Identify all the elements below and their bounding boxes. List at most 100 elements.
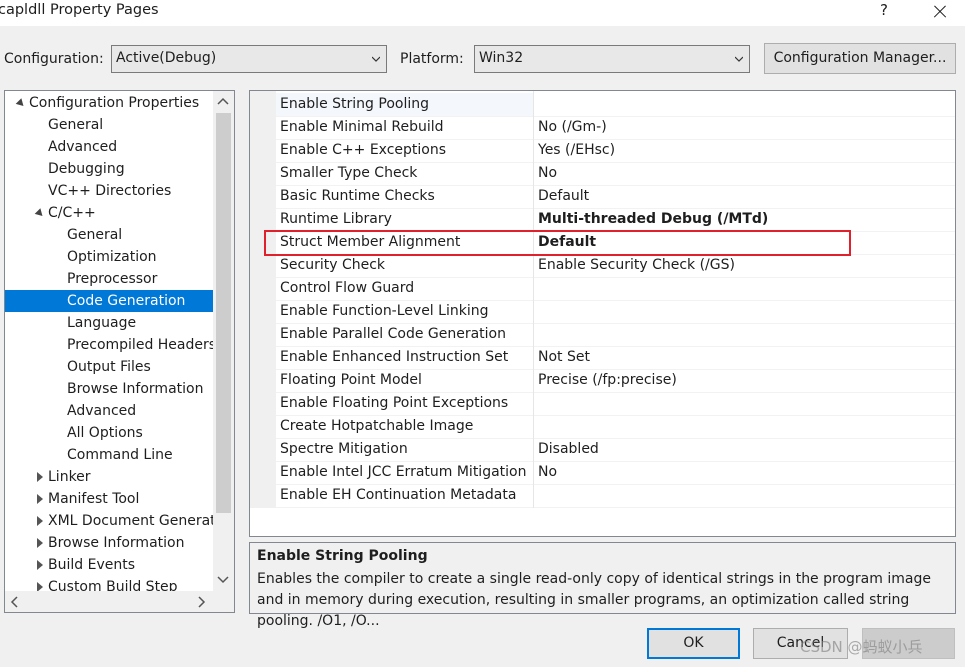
configuration-value: Active(Debug) (116, 50, 217, 66)
tree-item[interactable]: Browse Information (67, 378, 203, 400)
tree-item[interactable]: Language (67, 312, 136, 334)
help-button[interactable]: ? (876, 1, 892, 23)
property-name: Enable EH Continuation Metadata (280, 487, 517, 503)
tree-item[interactable]: General (48, 114, 103, 136)
configuration-label: Configuration: (4, 51, 104, 67)
tree-item[interactable]: Command Line (67, 444, 173, 466)
tree-item[interactable]: Manifest Tool (37, 488, 140, 510)
collapsed-triangle-icon[interactable] (34, 488, 46, 510)
collapsed-triangle-icon[interactable] (34, 466, 46, 488)
property-grid[interactable]: Enable String Pooling Enable Minimal Rebu… (249, 90, 956, 537)
row-separator (276, 507, 955, 508)
tree-item[interactable]: C/C++ (48, 202, 96, 224)
property-name: Basic Runtime Checks (280, 188, 435, 204)
property-value[interactable]: No (/Gm-) (538, 119, 607, 135)
tree-item[interactable]: Linker (37, 466, 91, 488)
tree-item[interactable]: Output Files (67, 356, 151, 378)
property-row[interactable]: Create Hotpatchable Image (276, 415, 955, 438)
property-row[interactable]: Basic Runtime Checks Default (276, 185, 955, 208)
tree-item-label: Language (67, 315, 137, 331)
property-row[interactable]: Enable Floating Point Exceptions (276, 392, 955, 415)
property-row[interactable]: Enable Parallel Code Generation (276, 323, 955, 346)
property-row[interactable]: Floating Point Model Precise (/fp:precise… (276, 369, 955, 392)
tree-item[interactable]: Advanced (48, 136, 117, 158)
title-bar: capldll Property Pages ? (0, 0, 965, 26)
collapsed-triangle-icon[interactable] (34, 554, 46, 576)
property-name: Floating Point Model (280, 372, 422, 388)
ok-label: OK (683, 635, 704, 651)
tree-item[interactable]: General (67, 224, 122, 246)
tree-item-label: Linker (48, 469, 91, 485)
tree-item-label: Precompiled Headers (67, 337, 217, 353)
ok-button[interactable]: OK (647, 628, 740, 659)
tree-item-label: Debugging (48, 161, 125, 177)
tree-item-label: Manifest Tool (48, 491, 140, 507)
scroll-right-icon[interactable] (195, 596, 207, 608)
tree-item[interactable]: Build Events (37, 554, 135, 576)
close-icon[interactable] (930, 2, 950, 22)
tree-item[interactable]: Browse Information (37, 532, 184, 554)
property-name: Enable Enhanced Instruction Set (280, 349, 509, 365)
property-row[interactable]: Enable String Pooling (276, 93, 955, 116)
property-row[interactable]: Enable Enhanced Instruction Set Not Set (276, 346, 955, 369)
property-name: Enable String Pooling (280, 96, 429, 112)
property-value[interactable]: Default (538, 188, 589, 204)
configuration-manager-label: Configuration Manager... (773, 50, 947, 66)
tree-item-label: Command Line (67, 447, 173, 463)
platform-value: Win32 (479, 50, 524, 66)
property-name: Smaller Type Check (280, 165, 418, 181)
tree-vertical-scrollbar[interactable] (213, 91, 234, 591)
tree-item[interactable]: All Options (67, 422, 143, 444)
tree-item[interactable]: Advanced (67, 400, 136, 422)
expanded-triangle-icon[interactable] (34, 202, 46, 224)
scroll-up-icon[interactable] (217, 96, 229, 108)
property-row[interactable]: Enable Function-Level Linking (276, 300, 955, 323)
chevron-down-icon (735, 56, 743, 62)
property-row[interactable]: Security Check Enable Security Check (/GS… (276, 254, 955, 277)
tree-item[interactable]: Code Generation (5, 290, 213, 312)
platform-label: Platform: (400, 51, 464, 67)
property-name: Runtime Library (280, 211, 392, 227)
property-row[interactable]: Enable C++ Exceptions Yes (/EHsc) (276, 139, 955, 162)
scroll-left-icon[interactable] (9, 596, 21, 608)
tree-item-label: Advanced (67, 403, 137, 419)
tree-horizontal-scrollbar[interactable] (5, 591, 234, 612)
configuration-manager-button[interactable]: Configuration Manager... (764, 43, 956, 74)
property-value[interactable]: No (538, 165, 557, 181)
property-value[interactable]: Enable Security Check (/GS) (538, 257, 735, 273)
property-tree[interactable]: Configuration Properties General Advanced D… (4, 90, 235, 613)
tree-item[interactable]: Precompiled Headers (67, 334, 216, 356)
grid-column-divider[interactable] (533, 91, 534, 508)
tree-item-label: General (48, 117, 104, 133)
tree-item[interactable]: VC++ Directories (48, 180, 171, 202)
property-value[interactable]: Multi-threaded Debug (/MTd) (538, 211, 768, 227)
chevron-down-icon (372, 56, 380, 62)
platform-dropdown[interactable]: Win32 (474, 45, 750, 73)
property-row[interactable]: Runtime Library Multi-threaded Debug (/MT… (276, 208, 955, 231)
tree-item[interactable]: Debugging (48, 158, 125, 180)
property-row[interactable]: Enable Intel JCC Erratum Mitigation No (276, 461, 955, 484)
description-title: Enable String Pooling (257, 548, 428, 564)
property-value[interactable]: Not Set (538, 349, 590, 365)
scroll-down-icon[interactable] (217, 573, 229, 585)
property-row[interactable]: Control Flow Guard (276, 277, 955, 300)
property-value[interactable]: Disabled (538, 441, 599, 457)
collapsed-triangle-icon[interactable] (34, 510, 46, 532)
configuration-dropdown[interactable]: Active(Debug) (111, 45, 387, 73)
tree-item-label: XML Document Generator (48, 513, 230, 529)
collapsed-triangle-icon[interactable] (34, 532, 46, 554)
tree-item[interactable]: Preprocessor (67, 268, 157, 290)
property-row[interactable]: Spectre Mitigation Disabled (276, 438, 955, 461)
tree-item[interactable]: Configuration Properties (29, 92, 199, 114)
property-value[interactable]: Yes (/EHsc) (538, 142, 615, 158)
tree-item-label: VC++ Directories (48, 183, 172, 199)
tree-item[interactable]: XML Document Generator (37, 510, 230, 532)
property-value[interactable]: Precise (/fp:precise) (538, 372, 677, 388)
tree-scroll-thumb[interactable] (216, 113, 231, 513)
property-row[interactable]: Enable EH Continuation Metadata (276, 484, 955, 507)
property-value[interactable]: No (538, 464, 557, 480)
property-row[interactable]: Smaller Type Check No (276, 162, 955, 185)
property-row[interactable]: Enable Minimal Rebuild No (/Gm-) (276, 116, 955, 139)
tree-item[interactable]: Optimization (67, 246, 157, 268)
expanded-triangle-icon[interactable] (15, 92, 27, 114)
